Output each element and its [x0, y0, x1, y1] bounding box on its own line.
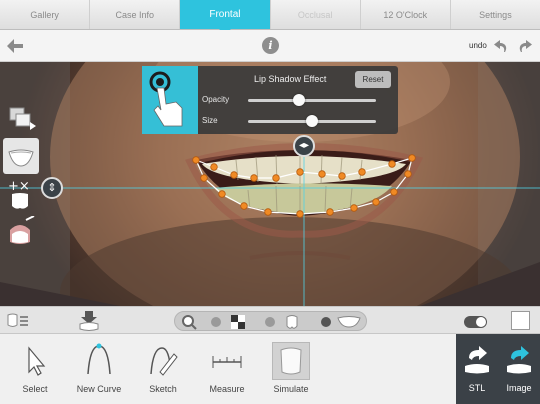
teeth-arch-icon[interactable]: [337, 315, 361, 334]
contrast-icon[interactable]: [231, 315, 245, 334]
tab-gallery[interactable]: Gallery: [0, 0, 91, 29]
opacity-slider-knob[interactable]: [293, 94, 306, 106]
patient-photo[interactable]: +× ⇕ ◂▸ Lip Shadow Effect Reset Opacity …: [0, 62, 540, 306]
view-dot-3[interactable]: [321, 317, 331, 327]
stl-export-button[interactable]: STL: [456, 334, 498, 404]
new-curve-label: New Curve: [76, 384, 122, 394]
tab-12-oclock[interactable]: 12 O'Clock: [361, 0, 451, 29]
lip-shadow-effect-panel: Lip Shadow Effect Reset Opacity Size: [142, 66, 398, 134]
tab-frontal[interactable]: Frontal: [180, 0, 271, 34]
info-button[interactable]: i: [262, 37, 279, 54]
background-color-swatch[interactable]: [511, 311, 530, 330]
reset-button[interactable]: Reset: [355, 71, 391, 88]
view-mode-pill: [174, 311, 367, 331]
stl-label: STL: [468, 383, 486, 393]
tab-bar: Gallery Case Info Frontal Occlusal 12 O'…: [0, 0, 540, 34]
effect-title: Lip Shadow Effect: [254, 74, 327, 84]
simulate-tool[interactable]: Simulate: [261, 334, 321, 404]
tab-settings[interactable]: Settings: [451, 0, 540, 29]
tab-occlusal[interactable]: Occlusal: [271, 0, 361, 29]
redo-icon[interactable]: [517, 38, 533, 54]
export-bar: STL Image: [456, 334, 540, 404]
image-swap-icon[interactable]: [8, 104, 44, 134]
single-tooth-icon[interactable]: [285, 314, 299, 335]
add-remove-tooth-icon[interactable]: +×: [6, 178, 42, 212]
horizontal-move-handle[interactable]: ◂▸: [293, 135, 315, 157]
touch-gesture-icon: [142, 66, 198, 134]
measure-label: Measure: [209, 384, 245, 394]
stl-export-icon: [463, 346, 491, 381]
size-label: Size: [202, 116, 218, 125]
tooth-color-icon[interactable]: [6, 215, 42, 250]
opacity-label: Opacity: [202, 95, 230, 104]
image-export-icon: [505, 346, 533, 381]
simulate-tooth-icon: [276, 342, 306, 376]
size-slider-knob[interactable]: [306, 115, 318, 127]
vertical-move-handle[interactable]: ⇕: [41, 177, 63, 199]
cursor-icon: [20, 342, 50, 376]
simulate-label: Simulate: [273, 384, 309, 394]
measure-tool[interactable]: Measure: [197, 334, 257, 404]
action-toolbar: i undo: [0, 30, 540, 62]
ruler-icon: [212, 342, 242, 376]
curve-icon: [84, 342, 114, 376]
sketch-icon: [148, 342, 178, 376]
new-curve-tool[interactable]: New Curve: [69, 334, 129, 404]
undo-icon[interactable]: [493, 38, 509, 54]
back-arrow-icon[interactable]: [6, 38, 24, 54]
undo-label: undo: [469, 41, 487, 50]
sketch-tool[interactable]: Sketch: [133, 334, 193, 404]
select-label: Select: [22, 384, 48, 394]
magnifier-icon[interactable]: [181, 314, 197, 335]
tab-case-info[interactable]: Case Info: [90, 0, 181, 29]
image-label: Image: [506, 383, 532, 393]
view-dot-1[interactable]: [211, 317, 221, 327]
opacity-slider[interactable]: [248, 99, 376, 102]
tooth-list-icon[interactable]: [6, 312, 30, 335]
view-dot-2[interactable]: [265, 317, 275, 327]
svg-text:+×: +×: [8, 179, 30, 194]
smile-icon[interactable]: [3, 138, 39, 174]
select-tool[interactable]: Select: [5, 334, 65, 404]
image-export-button[interactable]: Image: [498, 334, 540, 404]
sketch-label: Sketch: [149, 384, 177, 394]
overlay-toggle[interactable]: [464, 316, 487, 328]
view-options-strip: [0, 306, 540, 334]
